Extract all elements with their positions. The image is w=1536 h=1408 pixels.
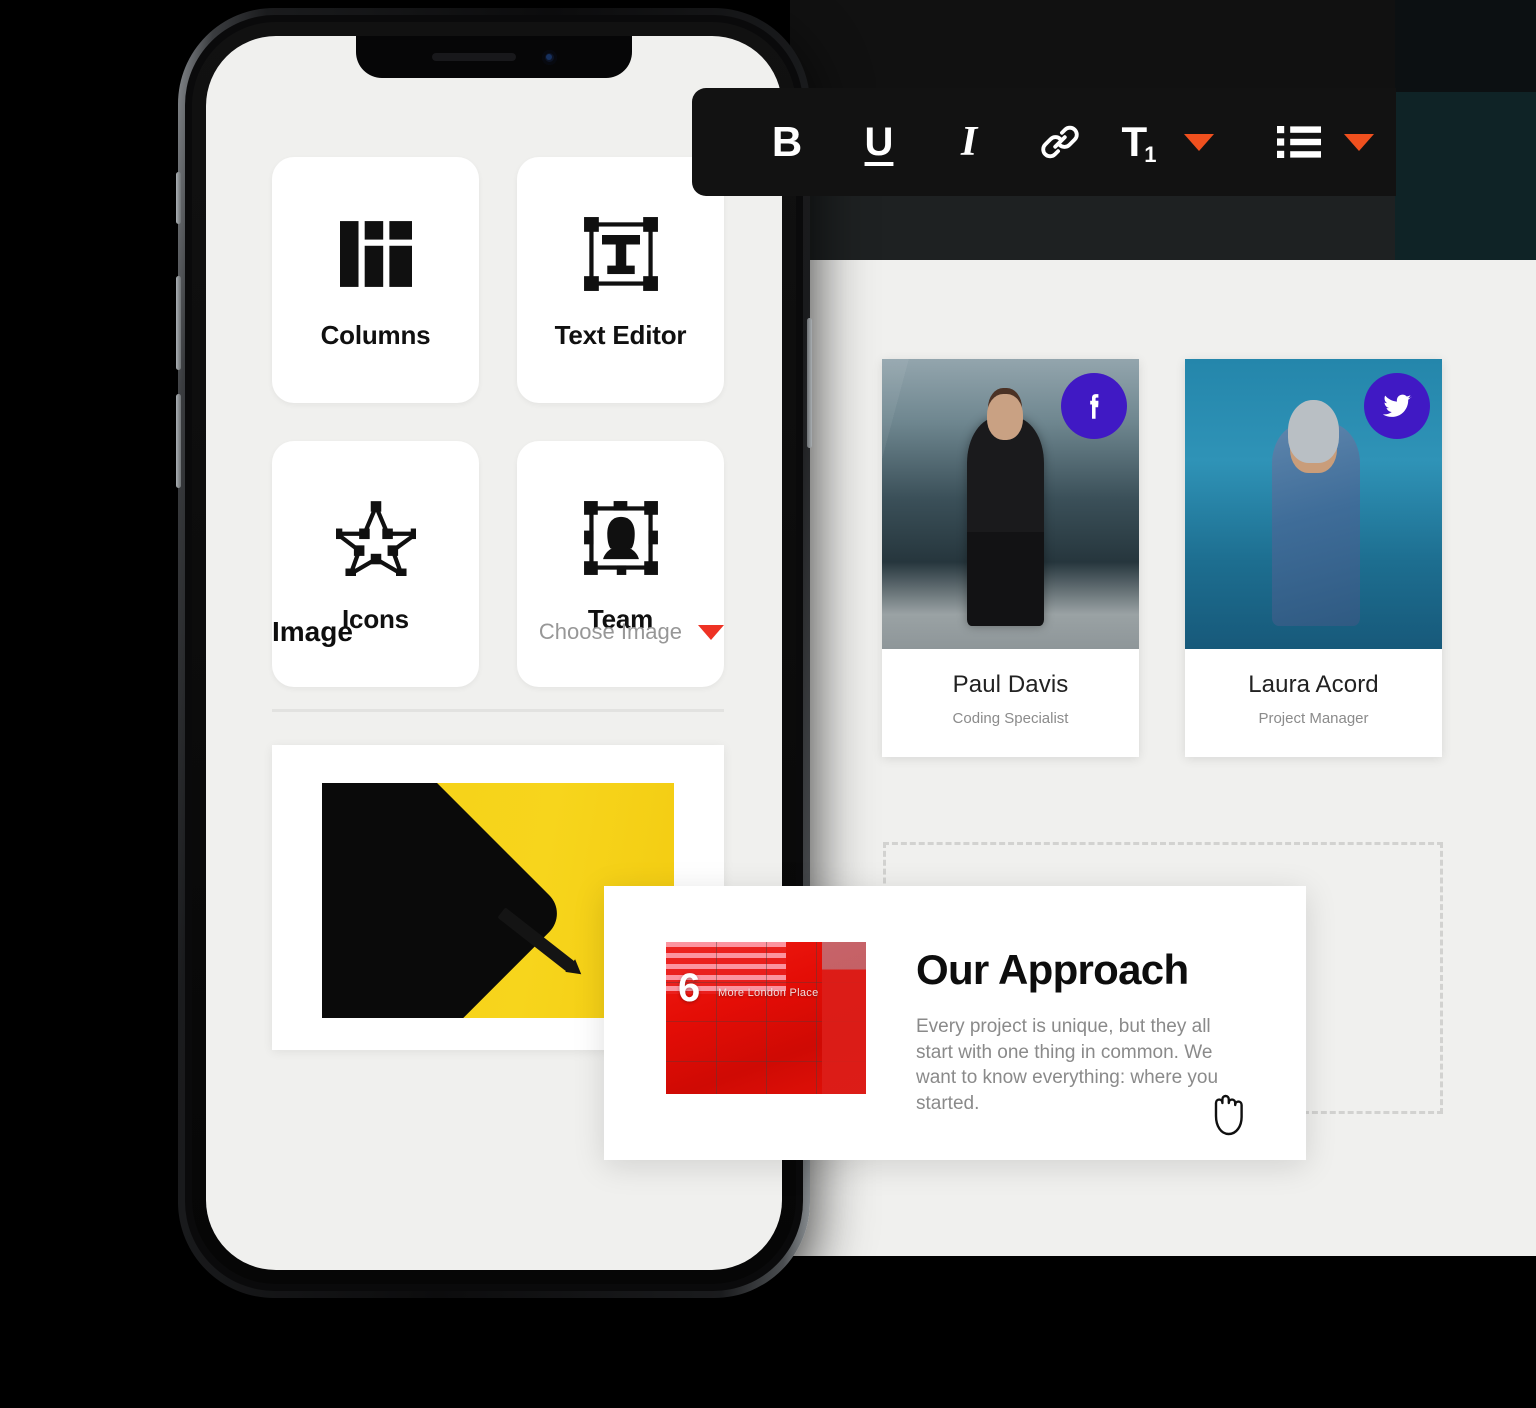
twitter-icon[interactable] (1364, 373, 1430, 439)
text-box-icon (577, 210, 665, 298)
team-member-photo (882, 359, 1139, 649)
team-member-info: Paul Davis Coding Specialist (882, 649, 1139, 757)
text-format-toolbar: B U I T1 (692, 88, 1396, 196)
section-divider (272, 709, 724, 712)
grab-hand-cursor-icon (1208, 1086, 1252, 1136)
front-camera-icon (541, 49, 557, 65)
phone-power-button[interactable] (807, 318, 812, 448)
italic-button[interactable]: I (924, 118, 1014, 166)
image-section-title: Image (272, 616, 353, 647)
phone-volume-up-button[interactable] (176, 276, 181, 370)
phone-volume-down-button[interactable] (176, 394, 181, 488)
phone-mute-switch[interactable] (176, 172, 181, 224)
caret-down-icon (698, 624, 724, 640)
heading-style-button[interactable]: T1 (1106, 121, 1172, 168)
underline-button[interactable]: U (834, 120, 924, 165)
choose-image-label: Choose Image (538, 619, 682, 644)
columns-layout-icon (332, 210, 420, 298)
tool-card-icons[interactable]: Icons (272, 441, 479, 687)
person-box-icon (577, 494, 665, 582)
choose-image-dropdown[interactable]: Choose Image (539, 619, 724, 645)
team-member-role: Project Manager (1258, 710, 1369, 727)
image-section-header: Image Choose Image (272, 616, 724, 648)
link-icon[interactable] (1014, 119, 1106, 165)
bulleted-list-icon[interactable] (1266, 118, 1332, 166)
team-member-card[interactable]: Paul Davis Coding Specialist (882, 359, 1139, 757)
approach-image: 6 More London Place (666, 942, 866, 1094)
facebook-icon[interactable] (1061, 373, 1127, 439)
team-member-role: Coding Specialist (952, 710, 1069, 727)
team-member-photo (1185, 359, 1442, 649)
image-right-strip (822, 942, 866, 1094)
list-caret-down-icon[interactable] (1344, 133, 1374, 151)
tool-card-team[interactable]: Team (517, 441, 724, 687)
team-member-name: Laura Acord (1248, 671, 1379, 698)
earpiece-speaker-icon (431, 53, 516, 61)
phone-notch (356, 36, 632, 78)
tablet-shape (322, 783, 568, 1018)
bold-button[interactable]: B (740, 118, 834, 166)
building-number: 6 (678, 966, 701, 1010)
tool-card-label: Columns (320, 319, 431, 350)
team-member-card[interactable]: Laura Acord Project Manager (1185, 359, 1442, 757)
builder-header-teal-top (1395, 0, 1536, 92)
tool-card-label: Text Editor (554, 319, 687, 350)
heading-caret-down-icon[interactable] (1184, 133, 1214, 151)
element-tool-grid: Columns Text Editor Icons Team (272, 157, 724, 687)
approach-body-text: Every project is unique, but they all st… (916, 1016, 1219, 1114)
approach-title: Our Approach (916, 946, 1189, 993)
approach-text-block: Our Approach Every project is unique, bu… (916, 942, 1246, 1117)
tool-card-columns[interactable]: Columns (272, 157, 479, 403)
building-caption: More London Place (718, 987, 819, 999)
team-member-info: Laura Acord Project Manager (1185, 649, 1442, 757)
team-member-name: Paul Davis (952, 671, 1069, 698)
heading-level: 1 (1144, 142, 1157, 167)
our-approach-card[interactable]: 6 More London Place Our Approach Every p… (604, 886, 1306, 1160)
screenshot-stage: Paul Davis Coding Specialist Laura Acord… (0, 0, 1536, 1408)
star-outline-icon (332, 494, 420, 582)
tool-card-text-editor[interactable]: Text Editor (517, 157, 724, 403)
